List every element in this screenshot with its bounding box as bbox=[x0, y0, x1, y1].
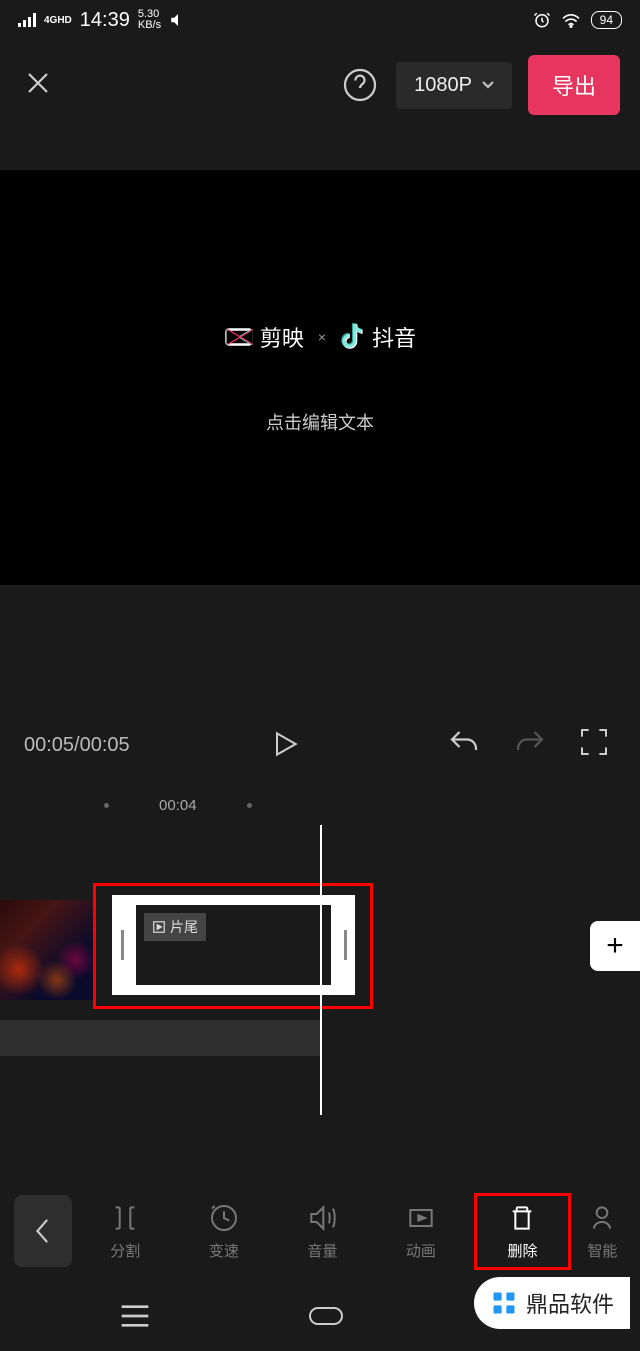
watermark: 鼎品软件 bbox=[474, 1277, 630, 1329]
clock: 14:39 bbox=[80, 9, 130, 32]
ruler-time: 00:04 bbox=[159, 797, 197, 814]
signal-icon bbox=[18, 13, 36, 27]
animation-icon bbox=[405, 1202, 437, 1234]
fullscreen-button[interactable] bbox=[578, 726, 616, 764]
tool-smart[interactable]: 智能 bbox=[579, 1196, 626, 1267]
alarm-icon bbox=[533, 11, 551, 29]
battery-level: 94 bbox=[591, 11, 622, 29]
volume-tool-icon bbox=[306, 1202, 338, 1234]
resolution-selector[interactable]: 1080P bbox=[396, 62, 512, 109]
resolution-label: 1080P bbox=[414, 74, 472, 97]
tool-speed[interactable]: 变速 bbox=[179, 1196, 270, 1267]
end-clip-tag: 片尾 bbox=[144, 913, 206, 941]
video-clip[interactable] bbox=[0, 900, 95, 1000]
speed-icon bbox=[208, 1202, 240, 1234]
jianying-icon bbox=[224, 322, 254, 352]
app-toolbar: 1080P 导出 bbox=[0, 40, 640, 130]
delete-icon bbox=[506, 1202, 538, 1234]
watermark-icon bbox=[490, 1289, 518, 1317]
network-label: 4GHD bbox=[44, 15, 72, 26]
video-preview[interactable]: 剪映 × 抖音 点击编辑文本 bbox=[0, 170, 640, 585]
play-button[interactable] bbox=[269, 726, 307, 764]
add-clip-button[interactable]: + bbox=[590, 921, 640, 971]
smart-icon bbox=[586, 1202, 618, 1234]
close-button[interactable] bbox=[20, 65, 60, 105]
clip-handle-right[interactable] bbox=[335, 895, 355, 995]
playback-controls: 00:05/00:05 bbox=[0, 705, 640, 785]
ruler-tick bbox=[104, 803, 109, 808]
split-icon bbox=[109, 1202, 141, 1234]
audio-track[interactable] bbox=[0, 1020, 320, 1056]
time-display: 00:05/00:05 bbox=[24, 734, 130, 757]
speed-unit: KB/s bbox=[138, 20, 161, 31]
undo-button[interactable] bbox=[446, 726, 484, 764]
export-button[interactable]: 导出 bbox=[528, 55, 620, 115]
playhead[interactable] bbox=[320, 825, 322, 1115]
redo-button[interactable] bbox=[512, 726, 550, 764]
help-button[interactable] bbox=[340, 65, 380, 105]
nav-menu[interactable] bbox=[117, 1304, 153, 1328]
clip-handle-left[interactable] bbox=[112, 895, 132, 995]
edit-toolbar: 分割 变速 音量 动画 删除 智能 bbox=[0, 1181, 640, 1281]
tool-delete[interactable]: 删除 bbox=[474, 1193, 571, 1270]
douyin-icon bbox=[340, 322, 366, 352]
timeline[interactable]: 片尾 + bbox=[0, 825, 640, 1115]
nav-home[interactable] bbox=[306, 1304, 346, 1328]
tool-volume[interactable]: 音量 bbox=[277, 1196, 368, 1267]
back-button[interactable] bbox=[14, 1195, 72, 1267]
tool-split[interactable]: 分割 bbox=[80, 1196, 171, 1267]
timeline-ruler[interactable]: 00:04 bbox=[0, 785, 640, 825]
edit-text-hint[interactable]: 点击编辑文本 bbox=[266, 409, 374, 435]
chevron-down-icon bbox=[482, 81, 494, 89]
end-clip[interactable]: 片尾 bbox=[112, 895, 355, 995]
tool-animation[interactable]: 动画 bbox=[376, 1196, 467, 1267]
ruler-tick bbox=[247, 803, 252, 808]
watermark-text: 鼎品软件 bbox=[526, 1287, 614, 1319]
wifi-icon bbox=[561, 12, 581, 28]
status-bar: 4GHD 14:39 5.30 KB/s 94 bbox=[0, 0, 640, 40]
volume-icon bbox=[169, 11, 187, 29]
brand-logos: 剪映 × 抖音 bbox=[224, 321, 416, 353]
